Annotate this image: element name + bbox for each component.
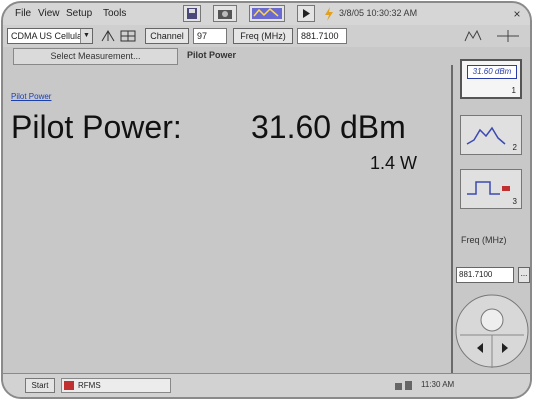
view-readout: 31.60 dBm [467, 65, 517, 79]
view-button-2[interactable]: 2 [460, 115, 522, 155]
spectrum-icon [466, 126, 506, 145]
freq-button[interactable]: Freq (MHz) [233, 28, 293, 44]
mode-button[interactable] [249, 5, 285, 22]
tab-pilot-power[interactable]: Pilot Power [183, 48, 277, 65]
freq-field[interactable]: 881.7100 [297, 28, 347, 44]
play-button[interactable] [297, 5, 315, 22]
freq-ellipsis-button[interactable]: ... [518, 267, 530, 283]
tray-time: 11:30 AM [421, 380, 455, 389]
camera-icon [218, 10, 232, 19]
menu-setup[interactable]: Setup [66, 8, 92, 19]
camera-button[interactable] [213, 5, 237, 22]
view-button-3[interactable]: 3 [460, 169, 522, 209]
taskbar-item-label: RFMS [78, 381, 101, 390]
control-bar: CDMA US Cellular ▼ Channel 97 Freq (MHz)… [3, 25, 530, 47]
taskbar-item[interactable]: RFMS [61, 378, 171, 393]
save-icon [187, 8, 197, 19]
freq-label: Freq (MHz) [461, 235, 507, 245]
pilot-power-label: Pilot Power: [11, 109, 182, 145]
zoom-icon[interactable] [463, 28, 485, 44]
pilot-power-watts: 1.4 W [370, 153, 418, 173]
pulse-icon [467, 181, 510, 195]
antenna-icon[interactable] [99, 29, 117, 43]
right-panel: 31.60 dBm 1 2 3 Freq (MHz) 881.7100 ... [453, 47, 530, 373]
view-button-1[interactable]: 31.60 dBm 1 [460, 59, 522, 99]
chevron-down-icon: ▼ [80, 29, 92, 43]
app-window: File View Setup Tools 3/8/05 10:30:32 AM… [1, 1, 532, 399]
view-number: 3 [512, 197, 517, 206]
save-button[interactable] [183, 5, 201, 22]
navigation-pad[interactable] [455, 290, 530, 372]
signal-icon [252, 7, 282, 19]
menu-bar: File View Setup Tools 3/8/05 10:30:32 AM… [3, 3, 530, 26]
channel-field[interactable]: 97 [193, 28, 227, 44]
tab-select-measurement[interactable]: Select Measurement... [13, 48, 178, 65]
menu-view[interactable]: View [38, 8, 60, 19]
network-icon[interactable] [393, 379, 415, 392]
menu-file[interactable]: File [15, 8, 31, 19]
grid-icon[interactable] [119, 29, 137, 43]
standard-select[interactable]: CDMA US Cellular ▼ [7, 28, 93, 44]
menu-tools[interactable]: Tools [103, 8, 126, 19]
lightning-icon [325, 7, 333, 21]
marker-icon[interactable] [495, 28, 521, 44]
start-button[interactable]: Start [25, 378, 55, 393]
close-icon[interactable]: × [510, 7, 524, 21]
play-icon [303, 9, 310, 18]
pilot-power-value: 31.60 dBm [251, 109, 406, 145]
tab-bar: Select Measurement... Pilot Power [3, 47, 453, 65]
view-number: 2 [512, 143, 517, 152]
view-number: 1 [511, 86, 516, 95]
channel-button[interactable]: Channel [145, 28, 189, 44]
pilot-power-link[interactable]: Pilot Power [11, 92, 51, 101]
freq-input[interactable]: 881.7100 [456, 267, 514, 283]
taskbar: Start RFMS 11:30 AM [3, 373, 530, 397]
standard-select-value: CDMA US Cellular [11, 31, 86, 41]
clock-text: 3/8/05 10:30:32 AM [339, 8, 418, 18]
app-icon [64, 381, 74, 390]
